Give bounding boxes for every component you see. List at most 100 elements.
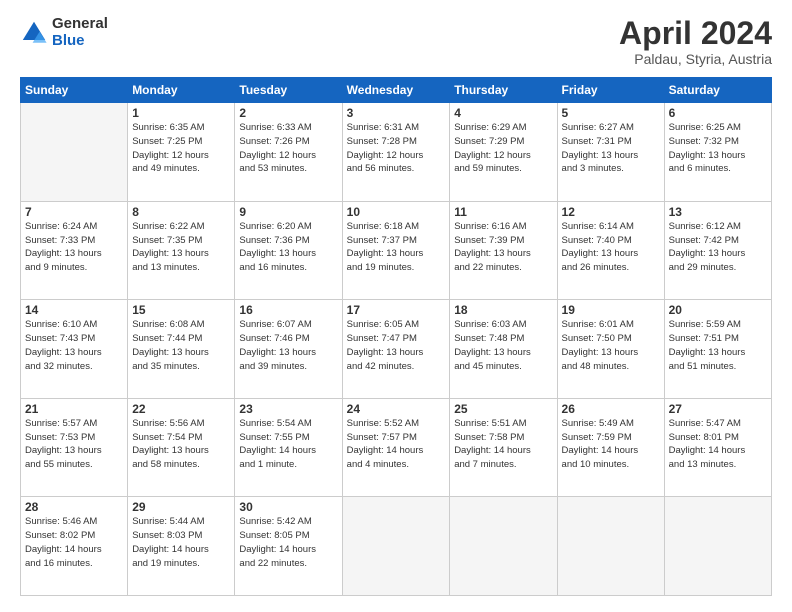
day-cell: 15Sunrise: 6:08 AM Sunset: 7:44 PM Dayli…	[128, 300, 235, 399]
day-info: Sunrise: 5:59 AM Sunset: 7:51 PM Dayligh…	[669, 318, 767, 373]
day-number: 26	[562, 402, 660, 416]
day-number: 20	[669, 303, 767, 317]
day-info: Sunrise: 5:47 AM Sunset: 8:01 PM Dayligh…	[669, 417, 767, 472]
day-cell: 10Sunrise: 6:18 AM Sunset: 7:37 PM Dayli…	[342, 201, 450, 300]
col-saturday: Saturday	[664, 78, 771, 103]
day-info: Sunrise: 5:57 AM Sunset: 7:53 PM Dayligh…	[25, 417, 123, 472]
day-cell: 28Sunrise: 5:46 AM Sunset: 8:02 PM Dayli…	[21, 497, 128, 596]
day-cell: 24Sunrise: 5:52 AM Sunset: 7:57 PM Dayli…	[342, 398, 450, 497]
day-number: 17	[347, 303, 446, 317]
week-row-0: 1Sunrise: 6:35 AM Sunset: 7:25 PM Daylig…	[21, 103, 772, 202]
day-number: 2	[239, 106, 337, 120]
day-number: 15	[132, 303, 230, 317]
day-number: 29	[132, 500, 230, 514]
logo-text: General Blue	[52, 16, 108, 49]
week-row-2: 14Sunrise: 6:10 AM Sunset: 7:43 PM Dayli…	[21, 300, 772, 399]
day-info: Sunrise: 6:03 AM Sunset: 7:48 PM Dayligh…	[454, 318, 552, 373]
day-cell: 22Sunrise: 5:56 AM Sunset: 7:54 PM Dayli…	[128, 398, 235, 497]
day-number: 10	[347, 205, 446, 219]
day-cell: 9Sunrise: 6:20 AM Sunset: 7:36 PM Daylig…	[235, 201, 342, 300]
day-cell	[450, 497, 557, 596]
day-number: 8	[132, 205, 230, 219]
day-cell: 2Sunrise: 6:33 AM Sunset: 7:26 PM Daylig…	[235, 103, 342, 202]
calendar-subtitle: Paldau, Styria, Austria	[619, 51, 772, 67]
logo: General Blue	[20, 16, 108, 49]
day-cell: 11Sunrise: 6:16 AM Sunset: 7:39 PM Dayli…	[450, 201, 557, 300]
day-cell: 23Sunrise: 5:54 AM Sunset: 7:55 PM Dayli…	[235, 398, 342, 497]
day-info: Sunrise: 6:20 AM Sunset: 7:36 PM Dayligh…	[239, 220, 337, 275]
calendar-table: Sunday Monday Tuesday Wednesday Thursday…	[20, 77, 772, 596]
col-thursday: Thursday	[450, 78, 557, 103]
day-number: 5	[562, 106, 660, 120]
day-cell: 19Sunrise: 6:01 AM Sunset: 7:50 PM Dayli…	[557, 300, 664, 399]
day-info: Sunrise: 6:07 AM Sunset: 7:46 PM Dayligh…	[239, 318, 337, 373]
day-cell: 16Sunrise: 6:07 AM Sunset: 7:46 PM Dayli…	[235, 300, 342, 399]
calendar-title: April 2024	[619, 16, 772, 51]
day-cell	[342, 497, 450, 596]
day-number: 27	[669, 402, 767, 416]
col-friday: Friday	[557, 78, 664, 103]
day-cell: 6Sunrise: 6:25 AM Sunset: 7:32 PM Daylig…	[664, 103, 771, 202]
day-cell: 13Sunrise: 6:12 AM Sunset: 7:42 PM Dayli…	[664, 201, 771, 300]
day-cell: 8Sunrise: 6:22 AM Sunset: 7:35 PM Daylig…	[128, 201, 235, 300]
col-monday: Monday	[128, 78, 235, 103]
day-info: Sunrise: 6:31 AM Sunset: 7:28 PM Dayligh…	[347, 121, 446, 176]
week-row-3: 21Sunrise: 5:57 AM Sunset: 7:53 PM Dayli…	[21, 398, 772, 497]
day-number: 21	[25, 402, 123, 416]
day-cell: 30Sunrise: 5:42 AM Sunset: 8:05 PM Dayli…	[235, 497, 342, 596]
day-number: 24	[347, 402, 446, 416]
day-info: Sunrise: 5:46 AM Sunset: 8:02 PM Dayligh…	[25, 515, 123, 570]
day-number: 1	[132, 106, 230, 120]
logo-general: General	[52, 16, 108, 33]
day-info: Sunrise: 6:22 AM Sunset: 7:35 PM Dayligh…	[132, 220, 230, 275]
logo-icon	[20, 19, 48, 47]
day-cell: 29Sunrise: 5:44 AM Sunset: 8:03 PM Dayli…	[128, 497, 235, 596]
day-info: Sunrise: 6:18 AM Sunset: 7:37 PM Dayligh…	[347, 220, 446, 275]
day-cell: 18Sunrise: 6:03 AM Sunset: 7:48 PM Dayli…	[450, 300, 557, 399]
day-number: 28	[25, 500, 123, 514]
header: General Blue April 2024 Paldau, Styria, …	[20, 16, 772, 67]
day-info: Sunrise: 5:52 AM Sunset: 7:57 PM Dayligh…	[347, 417, 446, 472]
day-info: Sunrise: 5:54 AM Sunset: 7:55 PM Dayligh…	[239, 417, 337, 472]
day-cell: 1Sunrise: 6:35 AM Sunset: 7:25 PM Daylig…	[128, 103, 235, 202]
page: General Blue April 2024 Paldau, Styria, …	[0, 0, 792, 612]
day-cell: 26Sunrise: 5:49 AM Sunset: 7:59 PM Dayli…	[557, 398, 664, 497]
day-info: Sunrise: 5:56 AM Sunset: 7:54 PM Dayligh…	[132, 417, 230, 472]
day-number: 23	[239, 402, 337, 416]
day-cell: 14Sunrise: 6:10 AM Sunset: 7:43 PM Dayli…	[21, 300, 128, 399]
day-info: Sunrise: 6:29 AM Sunset: 7:29 PM Dayligh…	[454, 121, 552, 176]
day-number: 13	[669, 205, 767, 219]
day-cell: 20Sunrise: 5:59 AM Sunset: 7:51 PM Dayli…	[664, 300, 771, 399]
day-info: Sunrise: 6:12 AM Sunset: 7:42 PM Dayligh…	[669, 220, 767, 275]
day-info: Sunrise: 5:49 AM Sunset: 7:59 PM Dayligh…	[562, 417, 660, 472]
day-info: Sunrise: 6:24 AM Sunset: 7:33 PM Dayligh…	[25, 220, 123, 275]
day-cell: 17Sunrise: 6:05 AM Sunset: 7:47 PM Dayli…	[342, 300, 450, 399]
day-number: 30	[239, 500, 337, 514]
title-block: April 2024 Paldau, Styria, Austria	[619, 16, 772, 67]
col-sunday: Sunday	[21, 78, 128, 103]
day-info: Sunrise: 6:27 AM Sunset: 7:31 PM Dayligh…	[562, 121, 660, 176]
day-info: Sunrise: 5:51 AM Sunset: 7:58 PM Dayligh…	[454, 417, 552, 472]
day-number: 7	[25, 205, 123, 219]
col-tuesday: Tuesday	[235, 78, 342, 103]
day-number: 25	[454, 402, 552, 416]
day-info: Sunrise: 6:08 AM Sunset: 7:44 PM Dayligh…	[132, 318, 230, 373]
day-info: Sunrise: 5:42 AM Sunset: 8:05 PM Dayligh…	[239, 515, 337, 570]
day-cell: 7Sunrise: 6:24 AM Sunset: 7:33 PM Daylig…	[21, 201, 128, 300]
day-number: 9	[239, 205, 337, 219]
logo-blue: Blue	[52, 33, 108, 50]
day-info: Sunrise: 6:25 AM Sunset: 7:32 PM Dayligh…	[669, 121, 767, 176]
day-cell: 25Sunrise: 5:51 AM Sunset: 7:58 PM Dayli…	[450, 398, 557, 497]
day-number: 11	[454, 205, 552, 219]
day-cell	[664, 497, 771, 596]
week-row-4: 28Sunrise: 5:46 AM Sunset: 8:02 PM Dayli…	[21, 497, 772, 596]
day-info: Sunrise: 6:05 AM Sunset: 7:47 PM Dayligh…	[347, 318, 446, 373]
day-number: 6	[669, 106, 767, 120]
day-cell: 12Sunrise: 6:14 AM Sunset: 7:40 PM Dayli…	[557, 201, 664, 300]
day-cell: 27Sunrise: 5:47 AM Sunset: 8:01 PM Dayli…	[664, 398, 771, 497]
day-cell: 21Sunrise: 5:57 AM Sunset: 7:53 PM Dayli…	[21, 398, 128, 497]
day-cell: 5Sunrise: 6:27 AM Sunset: 7:31 PM Daylig…	[557, 103, 664, 202]
day-cell	[557, 497, 664, 596]
day-info: Sunrise: 6:14 AM Sunset: 7:40 PM Dayligh…	[562, 220, 660, 275]
day-info: Sunrise: 6:35 AM Sunset: 7:25 PM Dayligh…	[132, 121, 230, 176]
